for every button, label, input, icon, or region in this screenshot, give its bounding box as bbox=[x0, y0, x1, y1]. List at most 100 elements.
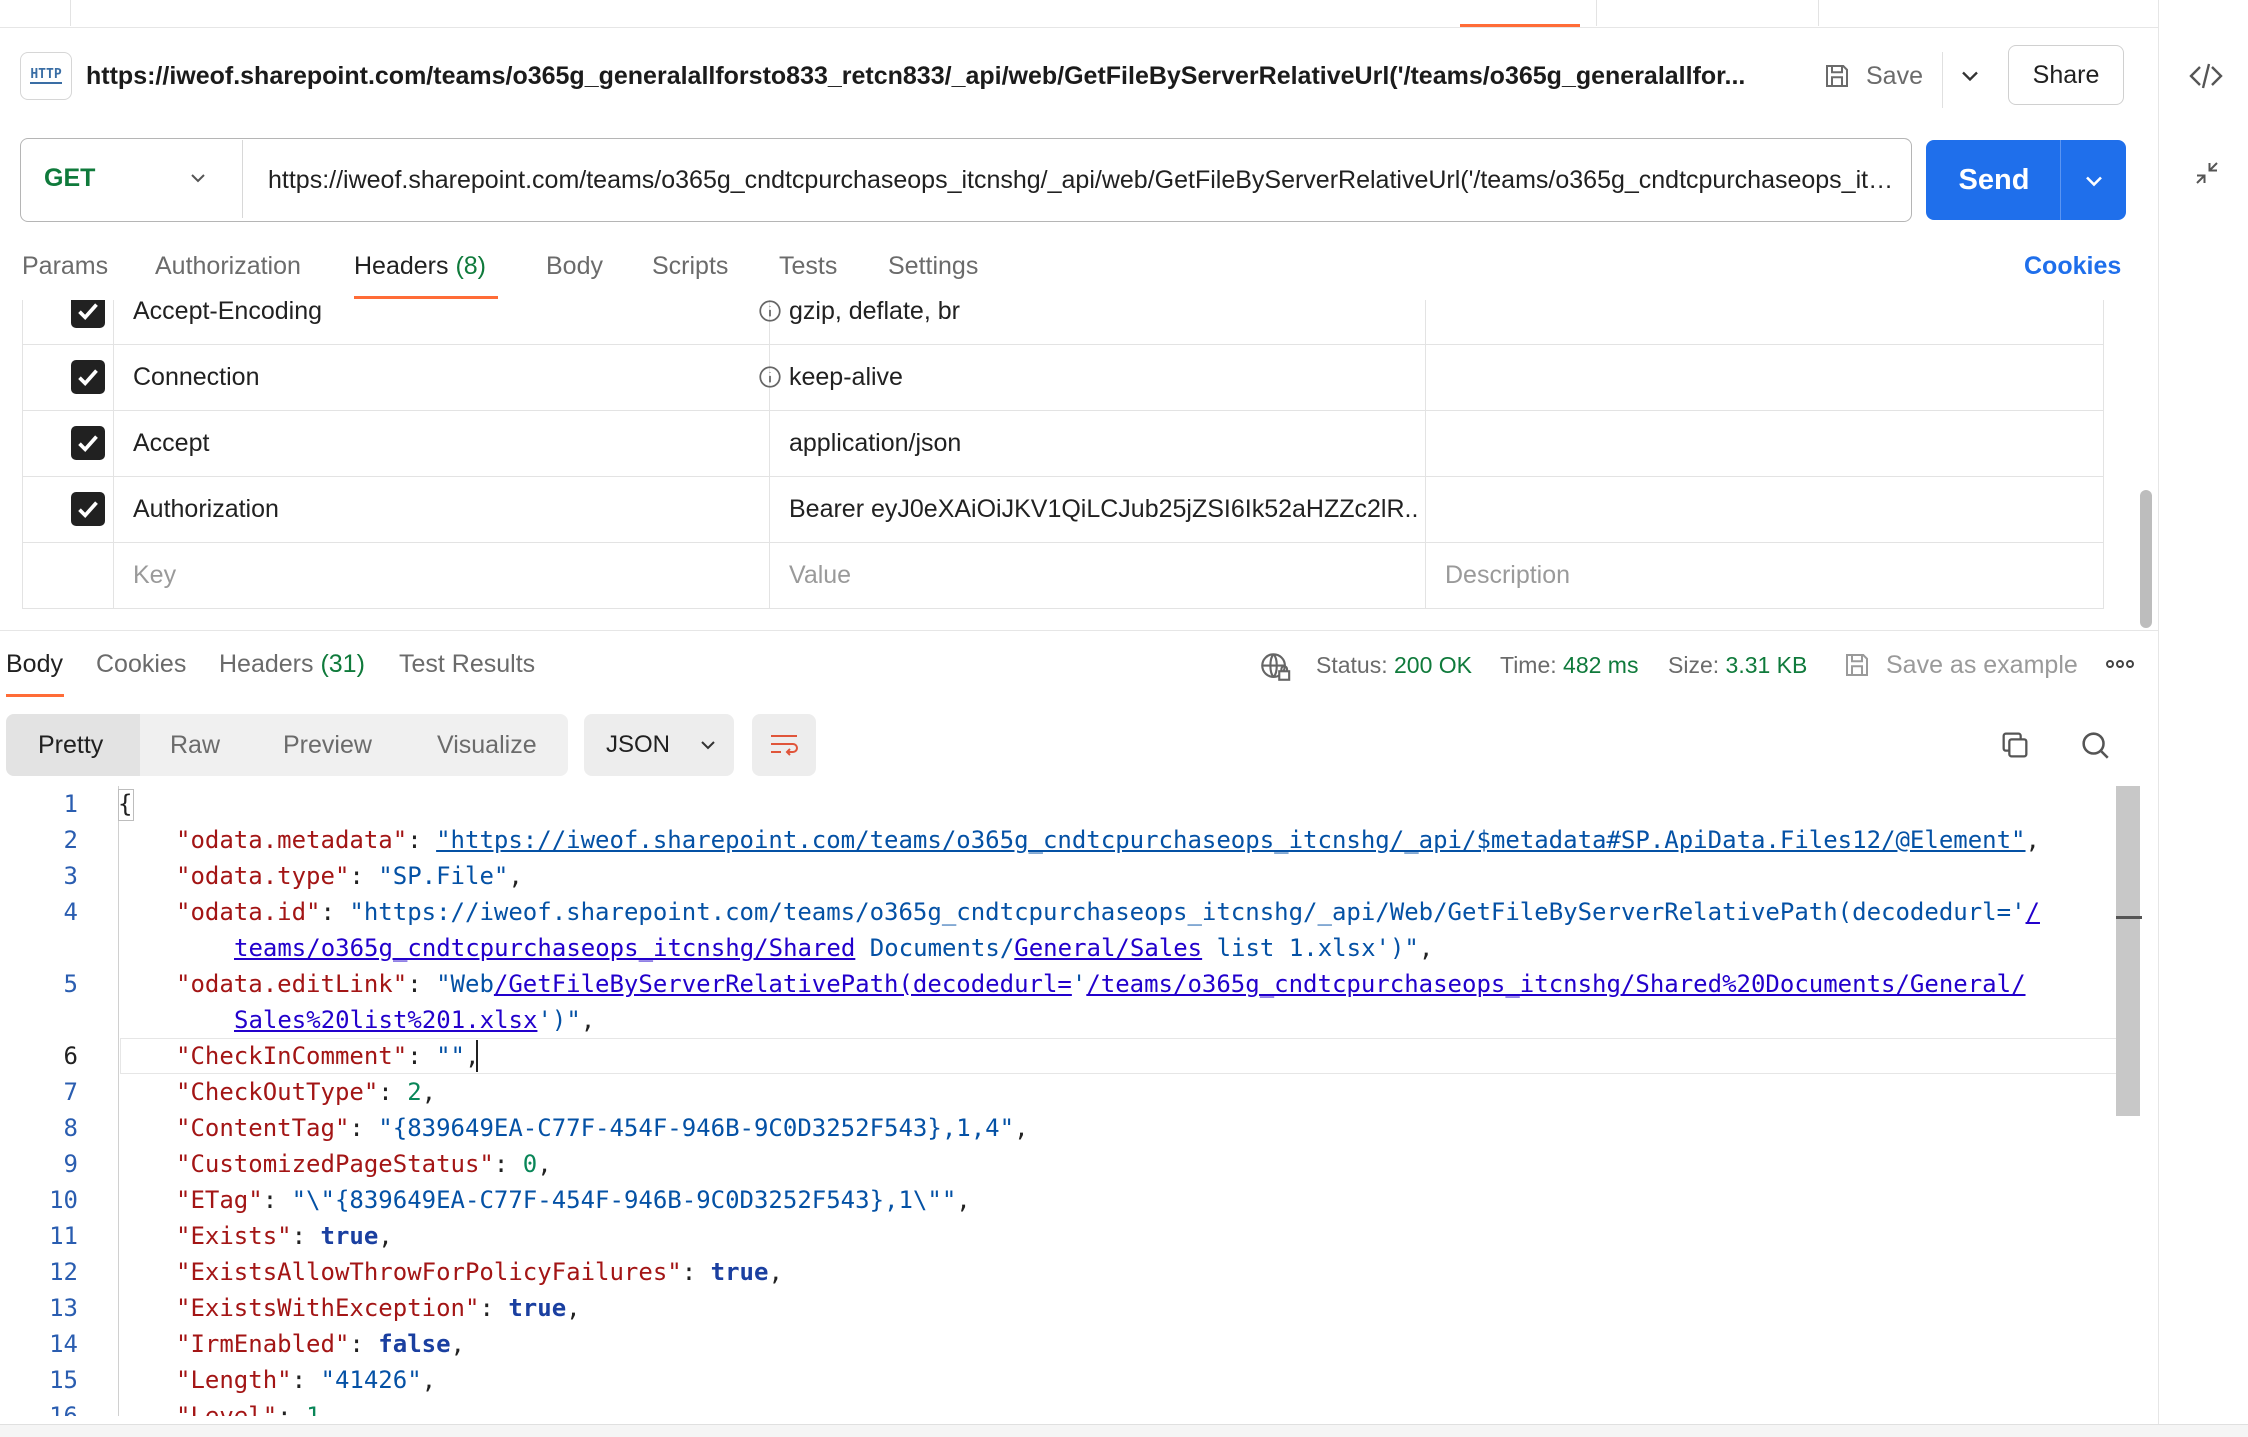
send-separator bbox=[2060, 140, 2061, 220]
tab-separator bbox=[1596, 0, 1597, 26]
view-pretty[interactable]: Pretty bbox=[38, 714, 103, 776]
size-value: 3.31 KB bbox=[1725, 652, 1808, 678]
line-number: 1 bbox=[63, 790, 78, 818]
code-icon[interactable] bbox=[2188, 58, 2224, 94]
view-visualize[interactable]: Visualize bbox=[437, 714, 537, 776]
json-key: "odata.metadata" bbox=[176, 826, 408, 854]
chevron-down-icon[interactable] bbox=[186, 166, 210, 190]
tab-settings[interactable]: Settings bbox=[888, 252, 978, 281]
format-select[interactable]: JSON bbox=[584, 714, 734, 776]
save-button[interactable]: Save bbox=[1822, 50, 1923, 102]
json-link[interactable]: teams/o365g_cndtcpurchaseops_itcnshg/Sha… bbox=[234, 934, 855, 962]
line-number: 11 bbox=[49, 1222, 78, 1250]
json-link[interactable]: General/Sales bbox=[1014, 934, 1202, 962]
checkbox-icon[interactable] bbox=[71, 300, 105, 328]
json-link[interactable]: /GetFileByServerRelativePath(decodedurl= bbox=[494, 970, 1072, 998]
response-body-editor[interactable]: 1{ 2 "odata.metadata": "https://iweof.sha… bbox=[0, 786, 2140, 1416]
response-tab-cookies[interactable]: Cookies bbox=[96, 650, 186, 679]
tab-scripts[interactable]: Scripts bbox=[652, 252, 728, 281]
line-number: 13 bbox=[49, 1294, 78, 1322]
header-value[interactable]: keep-alive bbox=[789, 344, 1409, 410]
size-label: Size: bbox=[1668, 652, 1720, 678]
search-icon[interactable] bbox=[2078, 728, 2112, 762]
description-input[interactable]: Description bbox=[1445, 542, 2085, 608]
json-link[interactable]: "https://iweof.sharepoint.com/teams/o365… bbox=[436, 826, 2025, 854]
save-as-example-button[interactable]: Save as example bbox=[1842, 648, 2078, 682]
json-link[interactable]: / bbox=[2026, 898, 2040, 926]
tab-headers[interactable]: Headers (8) bbox=[354, 252, 486, 281]
json-boolean: true bbox=[508, 1294, 567, 1322]
save-icon bbox=[1846, 654, 1868, 676]
header-key[interactable]: Accept bbox=[133, 410, 753, 476]
collapse-icon[interactable] bbox=[2192, 156, 2222, 190]
method-select[interactable]: GET bbox=[44, 164, 95, 193]
time-indicator[interactable]: Time: 482 ms bbox=[1500, 652, 1638, 679]
chevron-down-icon[interactable] bbox=[2080, 167, 2108, 195]
header-value[interactable]: Bearer eyJ0eXAiOiJKV1QiLCJub25jZSI6Ik52a… bbox=[789, 476, 1419, 542]
url-input[interactable]: https://iweof.sharepoint.com/teams/o365g… bbox=[268, 162, 1898, 198]
save-as-example-label: Save as example bbox=[1886, 650, 2078, 679]
view-raw[interactable]: Raw bbox=[170, 714, 220, 776]
tab-headers-count: (8) bbox=[455, 252, 487, 280]
json-string: ')" bbox=[537, 1006, 581, 1034]
header-key[interactable]: Connection bbox=[133, 344, 753, 410]
json-link[interactable]: Sales%20list%201.xlsx bbox=[234, 1006, 537, 1034]
chevron-down-icon[interactable] bbox=[1956, 62, 1984, 90]
line-number: 8 bbox=[63, 1114, 78, 1142]
header-value[interactable]: application/json bbox=[789, 410, 1409, 476]
json-key: "Level" bbox=[176, 1402, 278, 1416]
line-number: 16 bbox=[49, 1402, 78, 1416]
checkbox-icon[interactable] bbox=[71, 360, 105, 394]
header-row: Accept application/json bbox=[23, 410, 2103, 477]
cookies-link[interactable]: Cookies bbox=[2024, 252, 2121, 281]
json-key: "ETag" bbox=[176, 1186, 263, 1214]
info-icon[interactable] bbox=[757, 300, 783, 324]
line-number: 12 bbox=[49, 1258, 78, 1286]
globe-lock-icon[interactable] bbox=[1258, 650, 1292, 684]
copy-icon[interactable] bbox=[1998, 728, 2032, 762]
response-tab-body[interactable]: Body bbox=[6, 650, 63, 679]
tab-strip bbox=[0, 0, 2158, 28]
header-key[interactable]: Accept-Encoding bbox=[133, 300, 753, 344]
wrap-lines-button[interactable] bbox=[752, 714, 816, 776]
headers-scrollbar[interactable] bbox=[2140, 490, 2152, 628]
share-button[interactable]: Share bbox=[2008, 45, 2124, 105]
editor-scrollbar[interactable] bbox=[2116, 786, 2140, 1116]
json-link[interactable]: /teams/o365g_cndtcpurchaseops_itcnshg/Sh… bbox=[1086, 970, 2025, 998]
json-key: "odata.id" bbox=[176, 898, 321, 926]
request-title[interactable]: https://iweof.sharepoint.com/teams/o365g… bbox=[86, 58, 1756, 94]
header-row: Accept-Encoding gzip, deflate, br bbox=[23, 300, 2103, 345]
json-string: "{839649EA-C77F-454F-946B-9C0D3252F543},… bbox=[378, 1114, 1015, 1142]
more-icon[interactable] bbox=[2104, 656, 2136, 672]
pane-divider[interactable] bbox=[0, 630, 2158, 631]
key-input[interactable]: Key bbox=[133, 542, 753, 608]
response-tab-test-results[interactable]: Test Results bbox=[399, 650, 535, 679]
checkbox-icon[interactable] bbox=[71, 492, 105, 526]
tab-separator bbox=[1818, 0, 1819, 26]
checkbox-icon[interactable] bbox=[71, 426, 105, 460]
json-key: "ExistsAllowThrowForPolicyFailures" bbox=[176, 1258, 682, 1286]
tab-params[interactable]: Params bbox=[22, 252, 108, 281]
view-preview[interactable]: Preview bbox=[283, 714, 372, 776]
json-boolean: true bbox=[710, 1258, 769, 1286]
status-indicator[interactable]: Status: 200 OK bbox=[1316, 652, 1472, 679]
json-key: "CheckInComment" bbox=[176, 1042, 408, 1070]
value-input[interactable]: Value bbox=[789, 542, 1409, 608]
http-icon: HTTP bbox=[20, 52, 72, 100]
json-string: "SP.File" bbox=[378, 862, 509, 890]
header-row: Authorization Bearer eyJ0eXAiOiJKV1QiLCJ… bbox=[23, 476, 2103, 543]
info-icon[interactable] bbox=[757, 364, 783, 390]
tab-authorization[interactable]: Authorization bbox=[155, 252, 301, 281]
response-tab-headers[interactable]: Headers (31) bbox=[219, 650, 365, 679]
line-number: 2 bbox=[63, 826, 78, 854]
tab-tests[interactable]: Tests bbox=[779, 252, 837, 281]
scrollbar-marker bbox=[2116, 916, 2142, 919]
right-sidebar-border bbox=[2158, 0, 2159, 1436]
headers-table: Accept-Encoding gzip, deflate, br Connec… bbox=[22, 300, 2104, 609]
json-key: "ExistsWithException" bbox=[176, 1294, 480, 1322]
header-key[interactable]: Authorization bbox=[133, 476, 753, 542]
size-indicator[interactable]: Size: 3.31 KB bbox=[1668, 652, 1807, 679]
send-button[interactable]: Send bbox=[1926, 140, 2062, 220]
tab-body[interactable]: Body bbox=[546, 252, 603, 281]
header-value[interactable]: gzip, deflate, br bbox=[789, 300, 1409, 344]
